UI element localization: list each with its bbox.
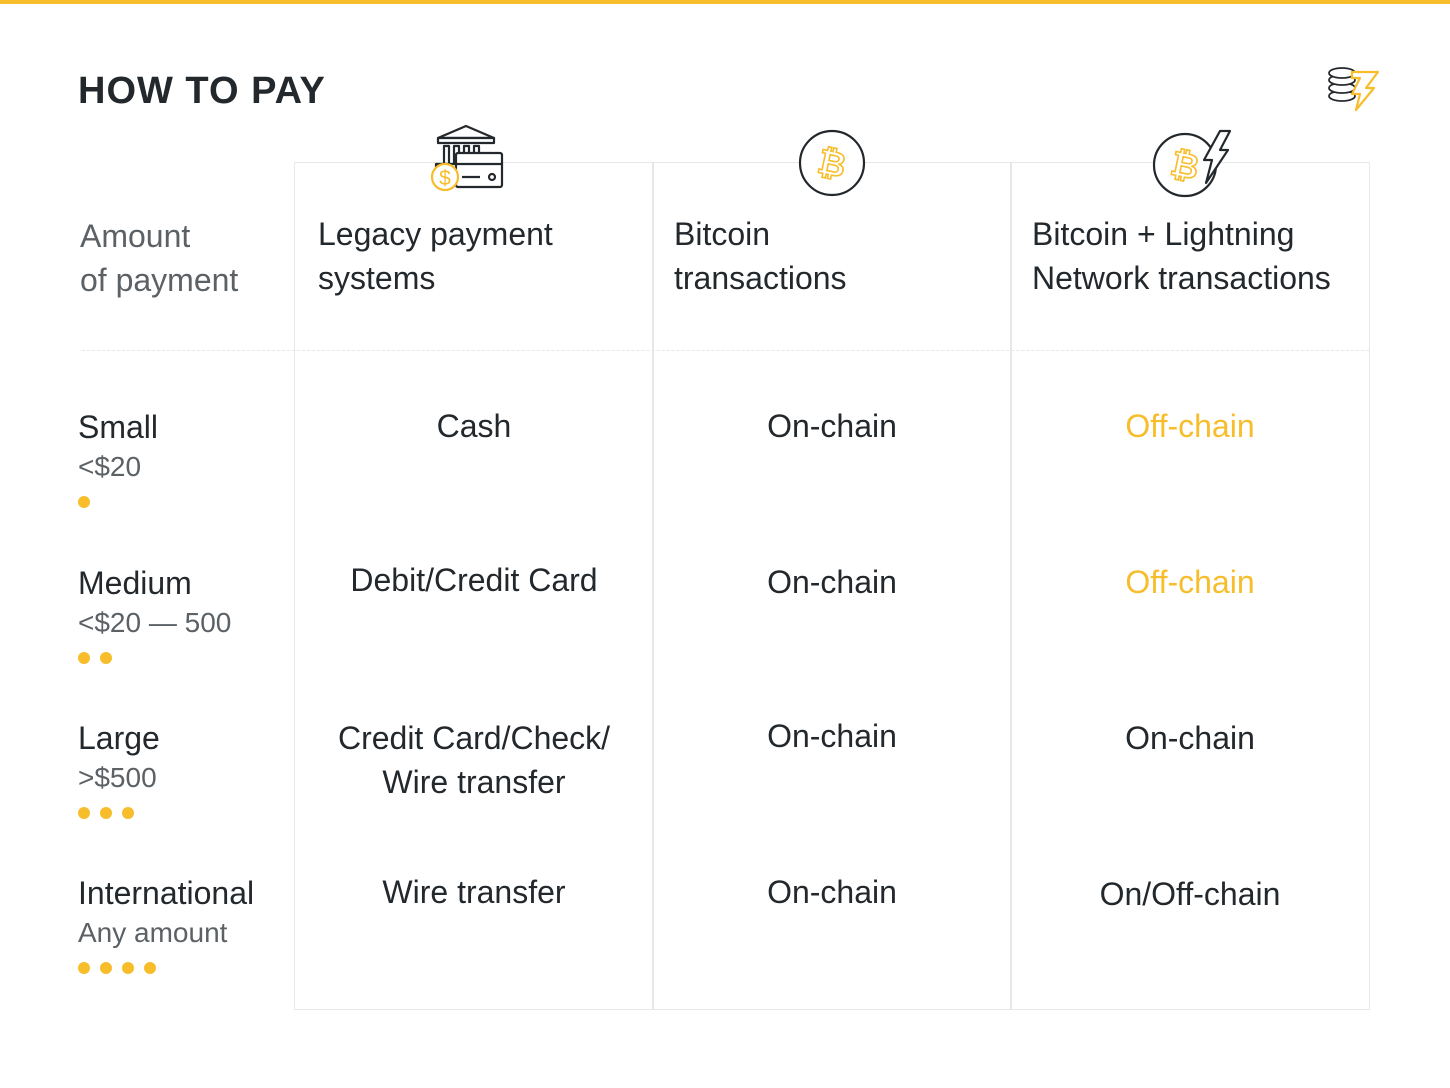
svg-text:$: $ [439, 167, 451, 190]
top-accent-bar [0, 0, 1450, 4]
coins-lightning-logo-icon [1328, 67, 1380, 112]
size-dot [78, 962, 90, 974]
bitcoin-icon: ₿ [798, 129, 866, 197]
row-label-large: Large >$500 [78, 719, 288, 819]
cell-international-bitcoin: On-chain [767, 874, 897, 910]
bank-card-coin-icon: $ [430, 124, 504, 192]
column-header-bitcoin: Bitcoin transactions [674, 216, 847, 296]
cell-medium-legacy: Debit/Credit Card [350, 562, 598, 598]
row-name: Medium [78, 565, 192, 601]
cell-medium-lightning: Off-chain [1125, 564, 1255, 600]
size-dot [100, 807, 112, 819]
row-label-small: Small <$20 [78, 408, 288, 508]
row-label-medium: Medium <$20 — 500 [78, 564, 288, 664]
size-dot [122, 807, 134, 819]
size-dots [78, 807, 288, 819]
size-dot [144, 962, 156, 974]
row-name: Large [78, 720, 160, 756]
row-range: <$20 — 500 [78, 607, 232, 638]
row-label-international: International Any amount [78, 874, 288, 974]
row-range: Any amount [78, 917, 228, 948]
size-dot [78, 496, 90, 508]
row-name: Small [78, 409, 159, 445]
cell-large-lightning: On-chain [1125, 720, 1255, 756]
size-dot [78, 652, 90, 664]
row-range: <$20 [78, 451, 142, 482]
bitcoin-lightning-icon: ₿ [1152, 129, 1232, 198]
row-range: >$500 [78, 762, 157, 793]
cell-international-lightning: On/Off-chain [1099, 876, 1281, 912]
page-title: HOW TO PAY [78, 70, 326, 112]
size-dot [78, 807, 90, 819]
column-header-legacy: Legacy payment systems [318, 216, 553, 296]
cell-international-legacy: Wire transfer [382, 874, 566, 910]
size-dot [100, 962, 112, 974]
cell-large-legacy: Credit Card/Check/ Wire transfer [337, 720, 611, 800]
size-dots [78, 496, 288, 508]
row-name: International [78, 875, 255, 911]
row-header-amount: Amount of payment [80, 218, 239, 298]
size-dots [78, 962, 288, 974]
header-divider [82, 350, 1369, 351]
size-dot [122, 962, 134, 974]
size-dots [78, 652, 288, 664]
cell-medium-bitcoin: On-chain [767, 564, 897, 600]
cell-small-bitcoin: On-chain [767, 408, 897, 444]
cell-small-lightning: Off-chain [1125, 408, 1255, 444]
size-dot [100, 652, 112, 664]
cell-small-legacy: Cash [436, 408, 512, 444]
column-header-lightning: Bitcoin + Lightning Network transactions [1032, 216, 1331, 296]
cell-large-bitcoin: On-chain [767, 718, 897, 754]
